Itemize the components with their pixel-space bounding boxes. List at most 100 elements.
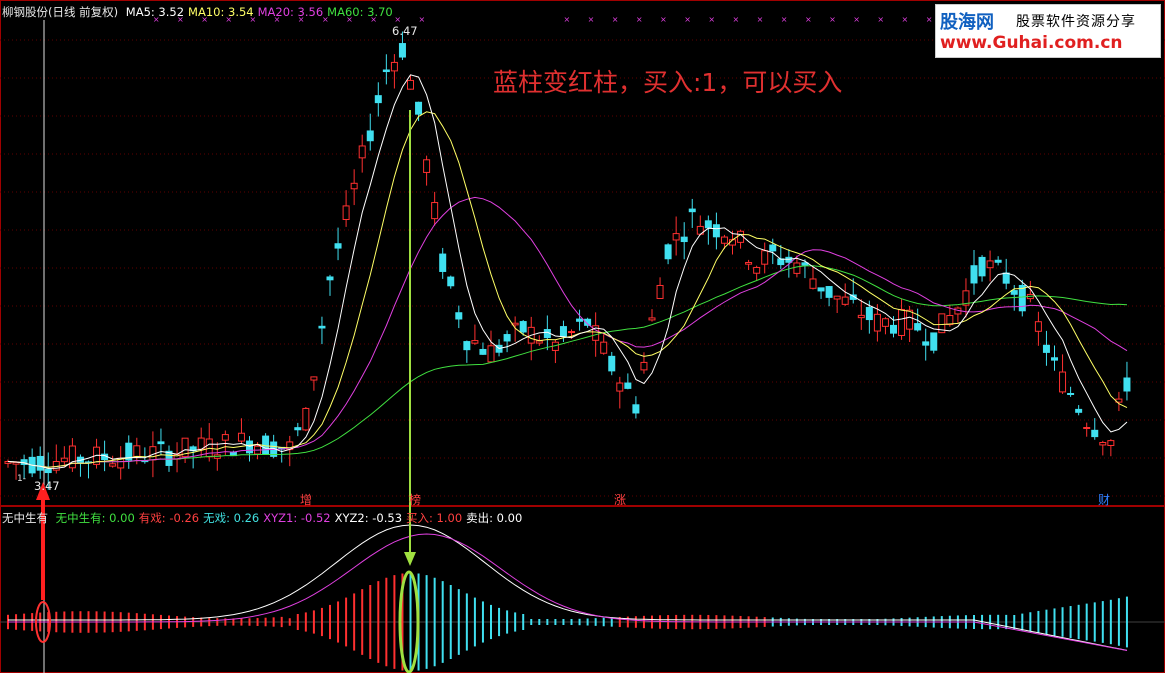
candle-body: [688, 208, 696, 213]
candle-body: [914, 323, 922, 331]
candle-body: [334, 243, 342, 249]
event-marker[interactable]: 财: [1096, 491, 1112, 508]
candle-body: [294, 427, 302, 431]
candle-body: [1083, 427, 1091, 430]
signal-x-mark: ×: [563, 15, 570, 24]
candle-body: [616, 382, 624, 392]
candle-body: [326, 276, 334, 281]
candle-body: [374, 95, 382, 104]
candle-body: [568, 331, 575, 334]
signal-x-mark: ×: [660, 15, 667, 24]
candle-body: [44, 468, 52, 474]
candle-body: [745, 262, 753, 265]
candle-body: [1034, 321, 1042, 332]
candle-body: [720, 236, 728, 244]
chart-header: 柳钢股份(日线 前复权) MA5: 3.52 MA10: 3.54 MA20: 3.…: [2, 4, 401, 20]
candle-body: [310, 376, 318, 381]
candle-body: [1075, 408, 1083, 413]
candle-body: [487, 345, 495, 363]
candle-body: [994, 259, 1002, 263]
xyz2-line: [8, 524, 1128, 651]
candle-body: [439, 253, 447, 272]
candle-body: [664, 244, 672, 260]
candle-body: [753, 266, 761, 274]
indicator-value: 有戏: -0.26: [138, 511, 200, 525]
candle-body: [906, 309, 914, 330]
candle-body: [648, 317, 656, 321]
signal-x-mark: ×: [781, 15, 788, 24]
candle-body: [407, 79, 414, 90]
candle-body: [640, 361, 648, 371]
candle-body: [1059, 371, 1067, 393]
candle-body: [817, 287, 825, 292]
candle-body: [133, 445, 141, 457]
candle-body: [535, 340, 543, 344]
indicator-value: 买入: 1.00: [406, 511, 463, 525]
signal-x-mark: ×: [636, 15, 643, 24]
candle-body: [398, 43, 406, 58]
candle-body: [358, 145, 366, 159]
candle-body: [431, 202, 439, 220]
candle-body: [624, 382, 632, 389]
low-price-label: 3.47: [34, 479, 60, 493]
signal-x-mark: ×: [588, 15, 595, 24]
signal-x-mark: ×: [902, 15, 909, 24]
candle-body: [60, 457, 68, 463]
xyz1-line: [8, 533, 1128, 651]
signal-x-mark: ×: [853, 15, 860, 24]
candle-body: [503, 334, 511, 342]
event-marker[interactable]: 榜: [407, 491, 423, 508]
candle-body: [1067, 392, 1075, 395]
signal-x-mark: ×: [733, 15, 740, 24]
ma-legend-item: MA5: 3.52: [125, 5, 185, 19]
candle-body: [777, 258, 785, 266]
candle-body: [857, 314, 865, 319]
green-arrow-head: [404, 552, 416, 566]
candle-body: [1091, 429, 1099, 438]
indicator-value: 无中生有: 0.00: [55, 511, 135, 525]
indicator-legend: 无中生有: 0.00 有戏: -0.26 无戏: 0.26 XYZ1: -0.52 XY…: [56, 511, 527, 525]
candle-body: [946, 315, 954, 326]
ma5-line: [7, 74, 1128, 470]
candle-body: [712, 224, 720, 238]
signal-x-mark: ×: [419, 15, 426, 24]
logo-brand: 股海网: [940, 12, 994, 33]
price-chart[interactable]: ×××××××××××××××××××××××××××××: [0, 0, 1165, 673]
candle-body: [390, 61, 398, 72]
candle-body: [1099, 442, 1107, 446]
ma-legend-item: MA60: 3.70: [327, 5, 393, 19]
candle-body: [1042, 344, 1050, 353]
signal-x-mark: ×: [805, 15, 812, 24]
candle-body: [632, 404, 640, 414]
candle-body: [447, 276, 455, 287]
candle-body: [680, 236, 688, 243]
logo-url: www.Guhai.com.cn: [940, 33, 1123, 53]
indicator-value: 卖出: 0.00: [466, 511, 523, 525]
candle-body: [415, 101, 423, 115]
signal-x-mark: ×: [877, 15, 884, 24]
signal-x-mark: ×: [684, 15, 691, 24]
candle-body: [463, 341, 471, 351]
candle-body: [1123, 377, 1131, 392]
ma-legend: MA5: 3.52 MA10: 3.54 MA20: 3.56 MA60: 3.70: [126, 5, 397, 19]
indicator-panel-frame: [0, 506, 1165, 673]
candle-body: [865, 306, 873, 321]
candle-body: [833, 295, 841, 300]
candle-body: [986, 260, 994, 269]
candle-body: [36, 455, 44, 471]
candle-body: [930, 332, 938, 351]
candle-body: [922, 341, 930, 346]
candle-body: [350, 182, 358, 190]
event-marker[interactable]: 增: [298, 491, 314, 508]
event-marker[interactable]: 涨: [612, 491, 628, 508]
logo-tagline: 股票软件资源分享: [1016, 14, 1136, 30]
stock-chart-window: ××××××××××××××××××××××××××××× 柳钢股份(日线 前复…: [0, 0, 1165, 673]
candle-body: [68, 445, 76, 469]
candle-body: [809, 278, 817, 289]
signal-x-mark: ×: [829, 15, 836, 24]
candle-body: [318, 325, 326, 329]
candle-body: [221, 434, 229, 441]
candle-body: [519, 321, 527, 333]
signal-annotation: 蓝柱变红柱，买入:1，可以买入: [493, 68, 843, 97]
indicator-value: XYZ1: -0.52: [263, 511, 331, 525]
